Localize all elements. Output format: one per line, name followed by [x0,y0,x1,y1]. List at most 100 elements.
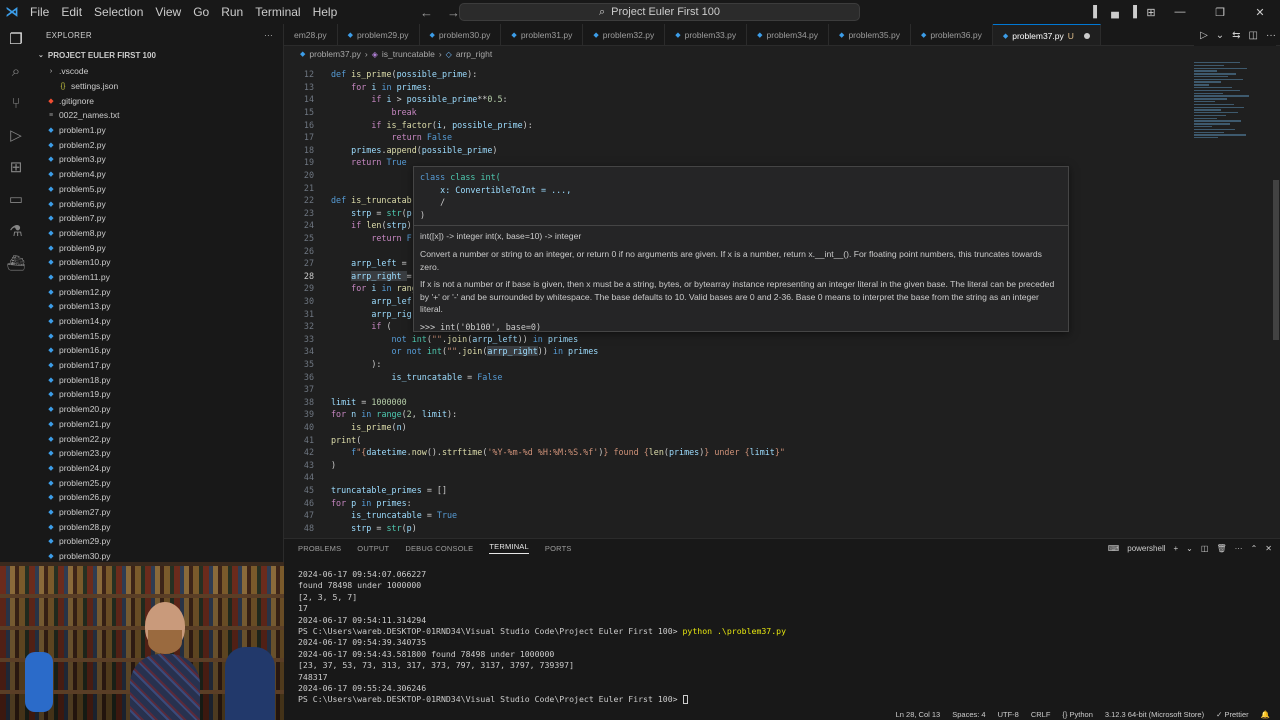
command-center[interactable]: ⌕ Project Euler First 100 [459,3,860,21]
code-line[interactable]: 40 is_prime(n) [284,421,1184,434]
extensions-icon[interactable]: ⊞ [5,156,27,178]
code-line[interactable]: 15 break [284,106,1184,119]
code-line[interactable]: 43) [284,459,1184,472]
tree-file[interactable]: ◆ problem29.py [32,534,283,549]
source-control-icon[interactable]: ⑂ [5,92,27,114]
minimize-button[interactable]: — [1160,6,1200,18]
terminal-dropdown-icon[interactable]: ⌄ [1186,544,1193,553]
tree-folder[interactable]: › .vscode [32,64,283,79]
new-terminal-icon[interactable]: + [1174,544,1179,553]
editor-scrollbar[interactable] [1273,180,1279,340]
formatter[interactable]: ✓ Prettier [1216,710,1249,719]
close-window-button[interactable]: ✕ [1240,6,1280,19]
tree-file[interactable]: ◆ problem27.py [32,505,283,520]
tab-problem29[interactable]: ◆ problem29.py [338,24,420,45]
tree-file[interactable]: ◆ problem8.py [32,226,283,241]
code-line[interactable]: 45 truncatable_primes = [] [284,484,1184,497]
tree-file[interactable]: ◆ problem15.py [32,328,283,343]
tab-problem31[interactable]: ◆ problem31.py [501,24,584,45]
tab-problem30[interactable]: ◆ problem30.py [420,24,502,45]
toggle-sidebar-icon[interactable]: ▌ [1088,6,1106,18]
tree-file[interactable]: ◆ problem12.py [32,284,283,299]
code-line[interactable]: 14 if i > possible_prime**0.5: [284,93,1184,106]
tree-file[interactable]: ◆ problem18.py [32,372,283,387]
tree-file[interactable]: ◆ problem10.py [32,255,283,270]
code-line[interactable]: 44 [284,471,1184,484]
code-line[interactable]: 39 for n in range(2, limit): [284,408,1184,421]
menu-help[interactable]: Help [307,0,344,24]
customize-layout-icon[interactable]: ⊞ [1142,6,1160,19]
toggle-panel-icon[interactable]: ▄ [1106,6,1124,18]
tree-file[interactable]: ◆ problem5.py [32,182,283,197]
code-line[interactable]: 41 print( [284,433,1184,446]
menu-view[interactable]: View [149,0,187,24]
tree-file[interactable]: ◆ .gitignore [32,93,283,108]
tree-file[interactable]: ◆ problem6.py [32,196,283,211]
tree-file[interactable]: ◆ problem25.py [32,475,283,490]
minimap[interactable] [1194,62,1270,162]
tree-file[interactable]: {} settings.json [32,79,283,94]
search-icon[interactable]: ⌕ [5,60,27,82]
indentation[interactable]: Spaces: 4 [952,710,985,719]
tree-file[interactable]: ◆ problem20.py [32,402,283,417]
code-line[interactable]: 13 for i in primes: [284,81,1184,94]
tree-file[interactable]: ◆ problem24.py [32,461,283,476]
code-line[interactable]: 38 limit = 1000000 [284,396,1184,409]
tree-file[interactable]: ◆ problem7.py [32,211,283,226]
terminal-shell-label[interactable]: powershell [1127,544,1165,553]
run-debug-icon[interactable]: ▷ [5,124,27,146]
split-terminal-icon[interactable]: ◫ [1201,544,1209,553]
maximize-panel-icon[interactable]: ⌃ [1251,544,1258,553]
code-line[interactable]: 42 f"{datetime.now().strftime('%Y-%m-%d … [284,446,1184,459]
menu-selection[interactable]: Selection [88,0,149,24]
tree-file[interactable]: ◆ problem17.py [32,358,283,373]
menu-file[interactable]: File [24,0,55,24]
close-panel-icon[interactable]: ✕ [1265,544,1272,553]
tree-file[interactable]: ◆ problem13.py [32,299,283,314]
code-line[interactable]: 47 is_truncatable = True [284,509,1184,522]
menu-go[interactable]: Go [187,0,215,24]
code-line[interactable]: 37 [284,383,1184,396]
cursor-position[interactable]: Ln 28, Col 13 [896,710,941,719]
docker-icon[interactable]: ⛴ [5,252,27,274]
tree-file[interactable]: ◆ problem30.py [32,549,283,562]
maximize-button[interactable]: ❐ [1200,6,1240,19]
tree-file[interactable]: ◆ problem1.py [32,123,283,138]
tree-file[interactable]: ◆ problem21.py [32,417,283,432]
tree-file[interactable]: ◆ problem23.py [32,446,283,461]
code-line[interactable]: 34 or not int("".join(arrp_right)) in pr… [284,345,1184,358]
tree-file[interactable]: ◆ problem22.py [32,431,283,446]
breadcrumb-file[interactable]: problem37.py [309,49,361,59]
tab-problem34[interactable]: ◆ problem34.py [747,24,830,45]
code-line[interactable]: 35 ): [284,358,1184,371]
more-actions-icon[interactable]: ··· [1235,544,1243,553]
code-line[interactable]: 48 strp = str(p) [284,522,1184,535]
split-editor-icon[interactable]: ◫ [1249,30,1258,41]
terminal-output[interactable]: 2024-06-17 09:54:07.066227 found 78498 un… [298,569,1258,706]
panel-tab-output[interactable]: OUTPUT [357,544,389,553]
code-line[interactable]: 17 return False [284,131,1184,144]
more-actions-icon[interactable]: ··· [264,31,273,40]
code-line[interactable]: 16 if is_factor(i, possible_prime): [284,118,1184,131]
menu-edit[interactable]: Edit [55,0,88,24]
kill-terminal-icon[interactable]: 🗑 [1216,544,1226,553]
code-line[interactable]: 18 primes.append(possible_prime) [284,144,1184,157]
code-line[interactable]: 46 for p in primes: [284,496,1184,509]
tab-problem36[interactable]: ◆ problem36.py [911,24,993,45]
panel-tab-terminal[interactable]: TERMINAL [489,542,529,554]
remote-explorer-icon[interactable]: ▭ [5,188,27,210]
testing-icon[interactable]: ⚗ [5,220,27,242]
unsaved-dot-icon[interactable] [1083,32,1090,39]
breadcrumb-function[interactable]: is_truncatable [382,49,435,59]
encoding[interactable]: UTF-8 [998,710,1019,719]
end-of-line[interactable]: CRLF [1031,710,1051,719]
code-line[interactable]: 12 def is_prime(possible_prime): [284,68,1184,81]
code-line[interactable]: 36 is_truncatable = False [284,370,1184,383]
tab-problem35[interactable]: ◆ problem35.py [829,24,911,45]
breadcrumb-variable[interactable]: arrp_right [456,49,492,59]
menu-terminal[interactable]: Terminal [249,0,306,24]
compare-icon[interactable]: ⇆ [1232,30,1240,41]
run-file-icon[interactable]: ▷ [1200,30,1208,41]
tree-file[interactable]: ◆ problem11.py [32,270,283,285]
tree-file[interactable]: ◆ problem3.py [32,152,283,167]
